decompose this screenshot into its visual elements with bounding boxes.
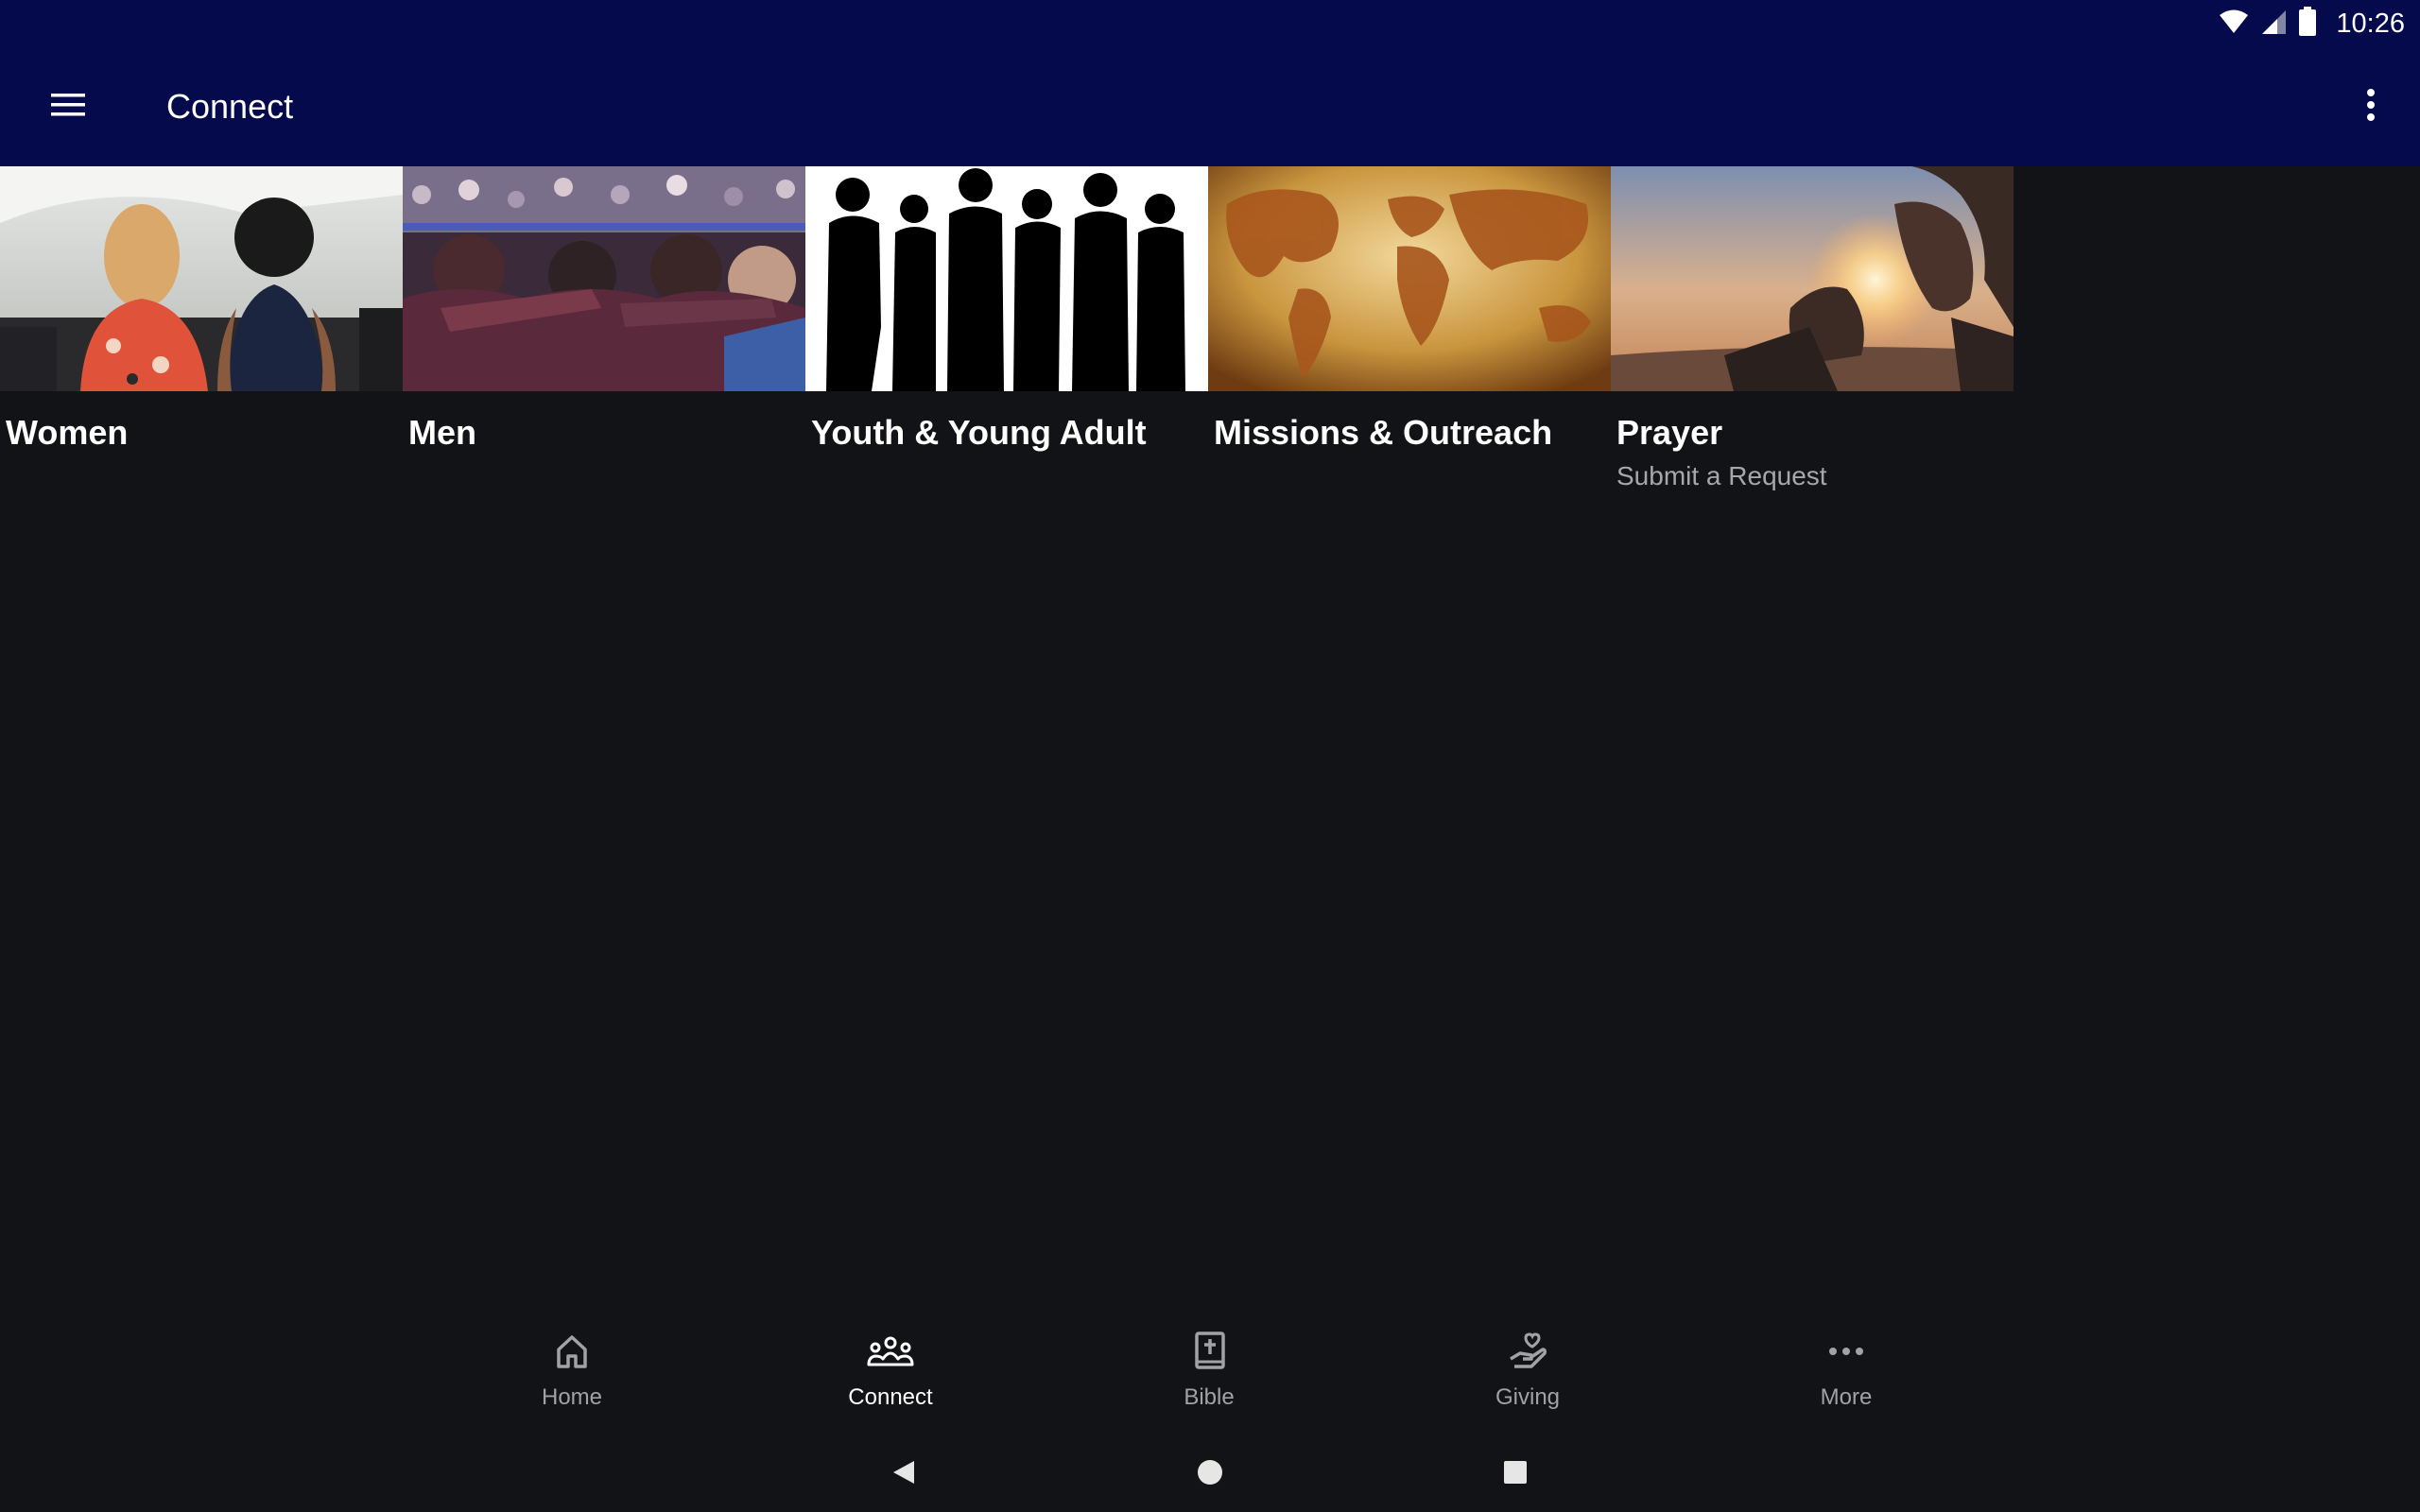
status-icons: 10:26 xyxy=(2219,6,2405,42)
tile-youth-young-adult[interactable]: Youth & Young Adult xyxy=(805,166,1208,544)
system-navigation-bar xyxy=(0,1436,2420,1512)
app-bar: Connect xyxy=(0,47,2420,166)
tile-title: Missions & Outreach xyxy=(1214,413,1553,452)
home-icon xyxy=(551,1331,593,1377)
giving-icon xyxy=(1507,1331,1548,1377)
recents-button[interactable] xyxy=(1487,1446,1544,1503)
people-icon xyxy=(866,1331,915,1377)
page-title: Connect xyxy=(166,87,294,126)
status-time: 10:26 xyxy=(2336,8,2405,39)
home-circle-icon xyxy=(1196,1458,1224,1491)
tile-women[interactable]: Women xyxy=(0,166,403,544)
menu-button[interactable] xyxy=(38,80,98,133)
nav-label: Bible xyxy=(1184,1384,1235,1410)
connect-grid: Women Men Youth & Young Adult Missions &… xyxy=(0,166,2014,544)
overflow-menu-button[interactable] xyxy=(2348,80,2394,133)
missions-image xyxy=(1208,166,1611,391)
wifi-icon xyxy=(2219,9,2249,40)
tile-title: Men xyxy=(408,413,476,452)
tile-title: Youth & Young Adult xyxy=(811,413,1147,452)
men-image xyxy=(403,166,805,391)
nav-label: More xyxy=(1820,1384,1873,1410)
more-vertical-icon xyxy=(2366,88,2376,127)
nav-label: Giving xyxy=(1495,1384,1561,1410)
tile-title: Prayer xyxy=(1616,413,1723,452)
tile-title: Women xyxy=(6,413,129,452)
tile-prayer[interactable]: Prayer Submit a Request xyxy=(1611,166,2014,544)
nav-item-more[interactable]: More xyxy=(1752,1331,1941,1435)
nav-item-connect[interactable]: Connect xyxy=(796,1331,985,1435)
women-image xyxy=(0,166,403,391)
back-button[interactable] xyxy=(875,1446,932,1503)
nav-item-bible[interactable]: Bible xyxy=(1115,1331,1304,1435)
nav-label: Home xyxy=(541,1384,603,1410)
youth-image xyxy=(805,166,1208,391)
tile-subtitle: Submit a Request xyxy=(1616,461,1827,490)
battery-icon xyxy=(2298,6,2317,42)
nav-item-home[interactable]: Home xyxy=(477,1331,666,1435)
nav-item-giving[interactable]: Giving xyxy=(1433,1331,1622,1435)
nav-label: Connect xyxy=(848,1384,933,1410)
bottom-navigation: Home Connect Bible Giving More xyxy=(0,1314,2420,1436)
back-triangle-icon xyxy=(890,1458,918,1491)
tile-men[interactable]: Men xyxy=(403,166,805,544)
prayer-image xyxy=(1611,166,2014,391)
recents-square-icon xyxy=(1501,1458,1530,1491)
cell-signal-icon xyxy=(2260,9,2287,40)
tile-missions-outreach[interactable]: Missions & Outreach xyxy=(1208,166,1611,544)
more-horizontal-icon xyxy=(1825,1331,1867,1377)
status-bar: 10:26 xyxy=(0,0,2420,47)
hamburger-icon xyxy=(49,91,87,124)
bible-icon xyxy=(1188,1331,1230,1377)
home-system-button[interactable] xyxy=(1182,1446,1238,1503)
